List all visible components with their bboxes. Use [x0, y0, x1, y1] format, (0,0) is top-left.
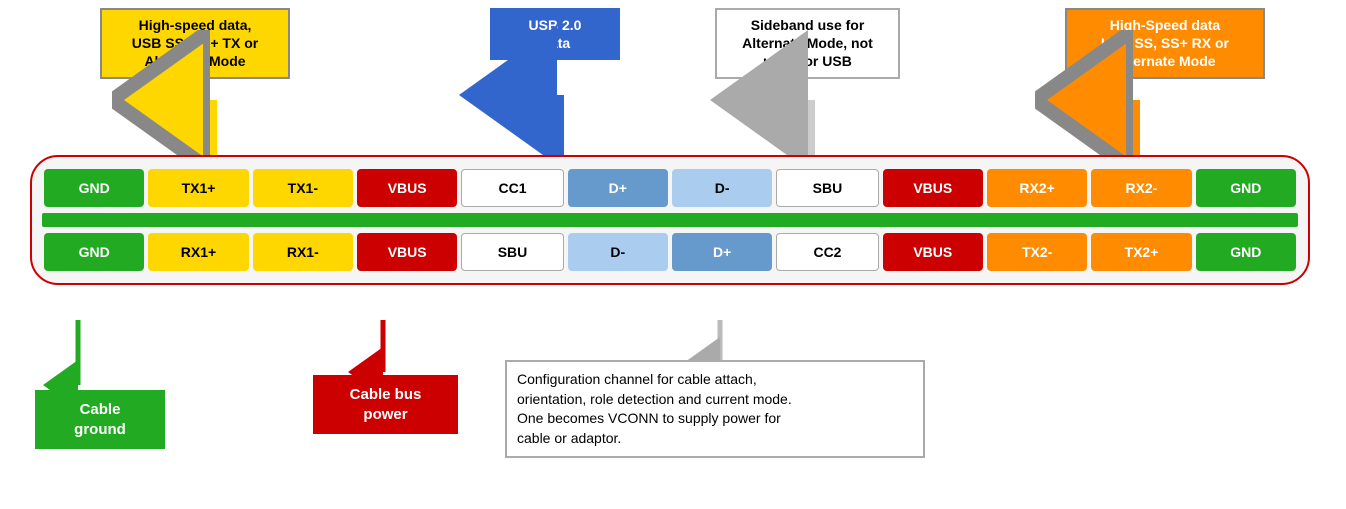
annotation-top-center: USB 2.0Data [490, 8, 620, 60]
annotation-top-right-white: Sideband use forAlternate Mode, notused … [715, 8, 900, 79]
pin-rx2minus: RX2- [1091, 169, 1191, 207]
cable-ground-label: Cableground [35, 390, 165, 449]
config-channel-label: Configuration channel for cable attach, … [505, 360, 925, 458]
pin-gnd-bot-left: GND [44, 233, 144, 271]
pin-vbus-top2: VBUS [883, 169, 983, 207]
pin-sbu-top: SBU [776, 169, 878, 207]
pin-tx1plus: TX1+ [148, 169, 248, 207]
pin-vbus-bot2: VBUS [883, 233, 983, 271]
annotation-top-left: High-speed data,USB SS, SS+ TX orAlterna… [100, 8, 290, 79]
pin-gnd-top-left: GND [44, 169, 144, 207]
pin-gnd-top-right: GND [1196, 169, 1296, 207]
pin-vbus-bot1: VBUS [357, 233, 457, 271]
pin-cc2: CC2 [776, 233, 878, 271]
diagram-container: High-speed data,USB SS, SS+ TX orAlterna… [0, 0, 1346, 509]
annotation-top-right: High-Speed dataUSB SS, SS+ RX orAlternat… [1065, 8, 1265, 79]
pin-dminus-bot: D- [568, 233, 668, 271]
cable-bus-power-label: Cable buspower [313, 375, 458, 434]
pin-rx2plus: RX2+ [987, 169, 1087, 207]
pin-cc1: CC1 [461, 169, 563, 207]
pin-rx1plus: RX1+ [148, 233, 248, 271]
pin-rx1minus: RX1- [253, 233, 353, 271]
pin-tx2minus: TX2- [987, 233, 1087, 271]
pin-board: GND TX1+ TX1- VBUS CC1 D+ D- SBU VBUS RX… [30, 155, 1310, 285]
pin-dplus-bot: D+ [672, 233, 772, 271]
pin-tx1minus: TX1- [253, 169, 353, 207]
pin-sbu-bot: SBU [461, 233, 563, 271]
pin-spacer-bar [42, 213, 1298, 227]
pin-gnd-bot-right: GND [1196, 233, 1296, 271]
pin-row-top: GND TX1+ TX1- VBUS CC1 D+ D- SBU VBUS RX… [42, 167, 1298, 209]
pin-dplus-top: D+ [568, 169, 668, 207]
pin-tx2plus: TX2+ [1091, 233, 1191, 271]
pin-vbus-top1: VBUS [357, 169, 457, 207]
pin-dminus-top: D- [672, 169, 772, 207]
pin-row-bottom: GND RX1+ RX1- VBUS SBU D- D+ CC2 VBUS TX… [42, 231, 1298, 273]
